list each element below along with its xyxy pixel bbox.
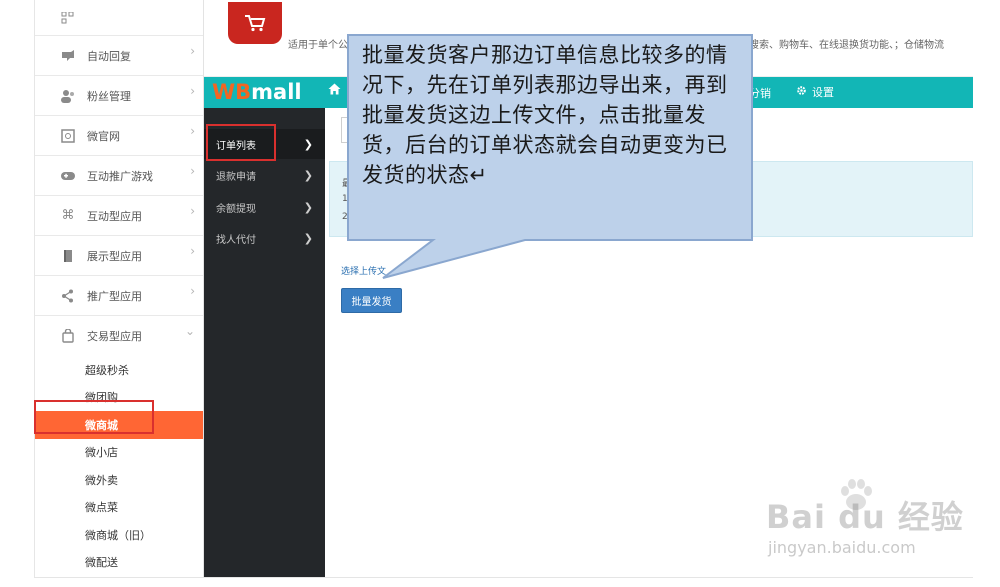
app-description-tail: 搜索、购物车、在线退换货功能、；仓储物流 bbox=[749, 40, 944, 51]
sidebar-item-order-list[interactable]: 订单列表 ❯ bbox=[204, 129, 325, 159]
sidebar-item-withdraw[interactable]: 余额提现 ❯ bbox=[204, 192, 325, 222]
menu-item-label: 自动回复 bbox=[87, 49, 131, 63]
callout-text: 批量发货客户那边订单信息比较多的情况下，先在订单列表那边导出来，再到批量发货这边… bbox=[362, 43, 728, 187]
batch-ship-button[interactable]: 批量发货 bbox=[341, 288, 402, 313]
gamepad-icon bbox=[59, 167, 77, 185]
logo-wb: WB bbox=[212, 80, 252, 104]
menu-item-label: 互动型应用 bbox=[87, 209, 142, 223]
chevron-right-icon: › bbox=[190, 244, 195, 258]
upload-file-link[interactable]: 选择上传文 bbox=[341, 264, 386, 277]
submenu-item-delivery[interactable]: 微配送 bbox=[35, 549, 203, 577]
notice-line: 2 bbox=[342, 212, 348, 222]
divider bbox=[34, 577, 973, 578]
command-icon: ⌘ bbox=[61, 208, 75, 223]
nav-item-promo[interactable]: 分销 bbox=[749, 85, 771, 101]
order-sidebar: 订单列表 ❯ 退款申请 ❯ 余额提现 ❯ 找人代付 ❯ bbox=[204, 108, 325, 577]
submenu-item-order-dish[interactable]: 微点菜 bbox=[35, 494, 203, 522]
chevron-right-icon: › bbox=[190, 124, 195, 138]
bag-icon bbox=[59, 327, 77, 345]
submenu-item-micro-mall[interactable]: 微商城 bbox=[35, 411, 203, 439]
menu-item-auto-reply[interactable]: 自动回复 › bbox=[35, 36, 203, 76]
submenu: 超级秒杀 微团购 微商城 微小店 微外卖 微点菜 微商城（旧） 微配送 bbox=[35, 356, 203, 576]
menu-item-website[interactable]: 微官网 › bbox=[35, 116, 203, 156]
menu-item-trade-apps[interactable]: 交易型应用 ⌄ bbox=[35, 316, 203, 356]
app-description: 适用于单个公 bbox=[288, 40, 348, 51]
menu-item-label: 粉丝管理 bbox=[87, 89, 131, 103]
sidebar-item-proxy-pay[interactable]: 找人代付 ❯ bbox=[204, 223, 325, 253]
menu-item-fans[interactable]: 粉丝管理 › bbox=[35, 76, 203, 116]
notice-line: 1 bbox=[342, 194, 348, 204]
book-icon bbox=[59, 247, 77, 265]
menu-item-label: 交易型应用 bbox=[87, 330, 142, 343]
chevron-right-icon: ❯ bbox=[303, 137, 313, 151]
website-icon bbox=[59, 127, 77, 145]
submenu-item-takeout[interactable]: 微外卖 bbox=[35, 466, 203, 494]
menu-item-label: 互动推广游戏 bbox=[87, 169, 153, 183]
sidebar-item-label: 余额提现 bbox=[216, 203, 256, 215]
menu-item-games[interactable]: 互动推广游戏 › bbox=[35, 156, 203, 196]
chevron-right-icon: ❯ bbox=[303, 168, 313, 182]
watermark-main: Bai du 经验 bbox=[766, 498, 964, 536]
logo: WBmall bbox=[212, 79, 302, 106]
menu-item-interactive-apps[interactable]: ⌘ 互动型应用 › bbox=[35, 196, 203, 236]
nav-item-settings[interactable]: 设置 bbox=[796, 84, 834, 100]
chevron-right-icon: › bbox=[190, 84, 195, 98]
nav-settings-label: 设置 bbox=[812, 86, 834, 99]
chevron-right-icon: › bbox=[190, 204, 195, 218]
submenu-item-flash-sale[interactable]: 超级秒杀 bbox=[35, 356, 203, 384]
chevron-down-icon: ⌄ bbox=[184, 324, 195, 338]
share-icon bbox=[59, 287, 77, 305]
baidu-watermark: Bai du 经验 jingyan.baidu.com bbox=[766, 479, 976, 568]
chevron-right-icon: › bbox=[190, 44, 195, 58]
chevron-right-icon: ❯ bbox=[303, 200, 313, 214]
menu-item-display-apps[interactable]: 展示型应用 › bbox=[35, 236, 203, 276]
menu-item-label: 展示型应用 bbox=[87, 249, 142, 263]
submenu-item-group-buy[interactable]: 微团购 bbox=[35, 384, 203, 412]
menu-item-label: 推广型应用 bbox=[87, 289, 142, 303]
reply-icon bbox=[59, 47, 77, 65]
submenu-item-micro-mall-old[interactable]: 微商城（旧） bbox=[35, 521, 203, 549]
sidebar-item-refund[interactable]: 退款申请 ❯ bbox=[204, 160, 325, 190]
menu-item-promo-apps[interactable]: 推广型应用 › bbox=[35, 276, 203, 316]
chevron-right-icon: ❯ bbox=[303, 231, 313, 245]
left-menu: 自动回复 › 粉丝管理 › 微官网 › 互动推广游戏 › ⌘ 互动型应用 › 展… bbox=[34, 0, 204, 577]
page: 自动回复 › 粉丝管理 › 微官网 › 互动推广游戏 › ⌘ 互动型应用 › 展… bbox=[0, 0, 1000, 587]
menu-item-label: 微官网 bbox=[87, 129, 120, 143]
logo-mall: mall bbox=[251, 80, 302, 104]
menu-item-top[interactable] bbox=[35, 0, 203, 36]
input-field[interactable] bbox=[341, 117, 363, 143]
cart-icon bbox=[228, 2, 282, 44]
chevron-right-icon: › bbox=[190, 164, 195, 178]
gear-icon bbox=[796, 85, 807, 99]
watermark-url: jingyan.baidu.com bbox=[768, 538, 916, 557]
grid-icon bbox=[59, 9, 77, 27]
sidebar-item-label: 找人代付 bbox=[216, 234, 256, 246]
sidebar-item-label: 订单列表 bbox=[216, 140, 256, 152]
home-icon[interactable] bbox=[328, 83, 341, 99]
users-icon bbox=[59, 87, 77, 105]
chevron-right-icon: › bbox=[190, 284, 195, 298]
notice-line: 最 bbox=[342, 179, 352, 189]
submenu-item-micro-shop[interactable]: 微小店 bbox=[35, 439, 203, 467]
sidebar-item-label: 退款申请 bbox=[216, 171, 256, 183]
